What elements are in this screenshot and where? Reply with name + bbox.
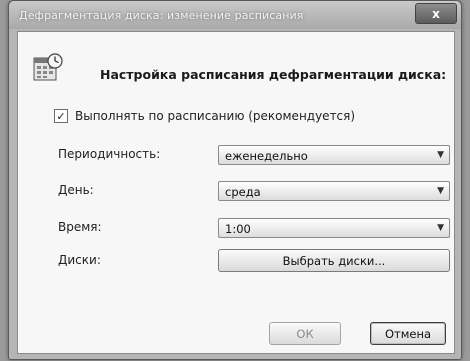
time-dropdown[interactable]: 1:00 ▼ [218, 218, 450, 238]
dialog-content: Настройка расписания дефрагментации диск… [17, 31, 455, 354]
chevron-down-icon: ▼ [437, 186, 444, 196]
frequency-value: еженедельно [225, 149, 308, 163]
title-bar[interactable]: Дефрагментация диска: изменение расписан… [9, 1, 461, 29]
select-disks-button[interactable]: Выбрать диски... [218, 249, 450, 272]
dialog-heading: Настройка расписания дефрагментации диск… [100, 67, 447, 82]
day-label: День: [58, 183, 94, 197]
schedule-dialog-window: Дефрагментация диска: изменение расписан… [8, 0, 462, 360]
day-value: среда [225, 185, 261, 199]
chevron-down-icon: ▼ [437, 223, 444, 233]
time-label: Время: [58, 220, 102, 234]
select-disks-label: Выбрать диски... [282, 253, 386, 268]
calendar-clock-icon [33, 52, 63, 84]
chevron-down-icon: ▼ [437, 150, 444, 160]
cancel-button[interactable]: Отмена [370, 322, 446, 345]
frequency-dropdown[interactable]: еженедельно ▼ [218, 145, 450, 165]
check-icon: ✓ [56, 109, 66, 123]
schedule-checkbox-row[interactable]: ✓ Выполнять по расписанию (рекомендуется… [54, 109, 355, 123]
close-button[interactable]: x [415, 3, 457, 24]
day-dropdown[interactable]: среда ▼ [218, 181, 450, 201]
schedule-checkbox-label: Выполнять по расписанию (рекомендуется) [75, 109, 356, 123]
frequency-label: Периодичность: [58, 147, 161, 161]
cancel-button-label: Отмена [384, 326, 432, 341]
window-title: Дефрагментация диска: изменение расписан… [19, 9, 304, 22]
ok-button-label: ОК [296, 326, 314, 341]
disks-label: Диски: [58, 253, 101, 267]
ok-button[interactable]: ОК [269, 322, 341, 345]
close-icon: x [432, 6, 440, 21]
time-value: 1:00 [225, 222, 251, 236]
schedule-checkbox[interactable]: ✓ [54, 109, 68, 123]
